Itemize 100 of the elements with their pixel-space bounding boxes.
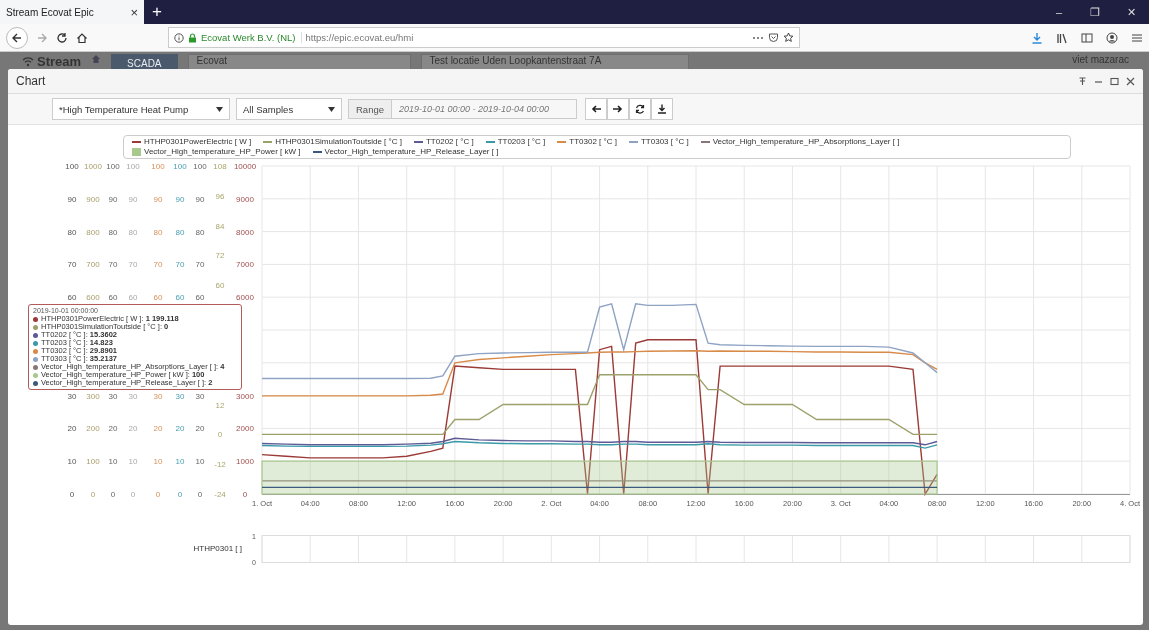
close-icon[interactable] <box>1126 76 1135 86</box>
axis-label: 60 <box>67 293 77 303</box>
axis-label: 100 <box>106 162 120 171</box>
axis-label: 20 <box>153 424 163 434</box>
axis-label: 80 <box>153 227 163 237</box>
minimize-button[interactable]: – <box>1041 0 1077 24</box>
legend-item[interactable]: TT0303 [ °C ] <box>628 137 689 147</box>
axis-label: 108 <box>213 162 227 171</box>
axis-label: 2000 <box>236 424 254 434</box>
axis-label: 20 <box>195 424 205 434</box>
address-bar[interactable]: Ecovat Werk B.V. (NL) https://epic.ecovat.eu/hmi ⋯ <box>168 27 800 48</box>
shield-icon[interactable] <box>768 32 779 43</box>
axis-label: 10 <box>108 457 118 467</box>
axis-label: 0 <box>90 490 96 499</box>
axis-label: 70 <box>128 260 138 270</box>
axis-label: 10 <box>153 457 163 467</box>
download-icon[interactable] <box>1031 31 1043 44</box>
star-icon[interactable] <box>783 32 794 43</box>
library-icon[interactable] <box>1056 31 1068 44</box>
restore-button[interactable]: ❐ <box>1077 0 1113 24</box>
axis-label: 0 <box>110 490 116 499</box>
legend-item[interactable]: TT0203 [ °C ] <box>485 137 546 147</box>
axis-label: 10 <box>128 457 138 467</box>
axis-label: 3000 <box>236 391 254 401</box>
site-identity: Ecovat Werk B.V. (NL) <box>201 32 302 43</box>
pin-icon[interactable] <box>1078 76 1087 86</box>
axis-label: 0 <box>217 430 223 440</box>
back-button[interactable] <box>6 26 28 49</box>
legend-item[interactable]: Vector_High_temperature_HP_Absorptions_Layer [ ] <box>700 137 900 147</box>
axis-label: 0 <box>197 490 203 499</box>
legend-item[interactable]: TT0302 [ °C ] <box>557 137 617 147</box>
axis-label: 10000 <box>233 162 257 171</box>
url-text: https://epic.ecovat.eu/hmi <box>305 32 415 43</box>
axis-label: 6000 <box>236 293 254 303</box>
next-button[interactable] <box>607 98 629 120</box>
arrow-right-icon <box>613 104 623 114</box>
home-icon[interactable] <box>76 31 88 44</box>
axis-label: 30 <box>175 391 185 401</box>
back-arrow-icon <box>11 31 23 44</box>
axis-label: 100 <box>65 162 79 171</box>
axis-label: 10 <box>195 457 205 467</box>
scada-button[interactable]: SCADA <box>111 54 178 69</box>
account-icon[interactable] <box>1106 31 1118 44</box>
axis-label: 30 <box>67 391 77 401</box>
axis-label: 700 <box>86 260 100 270</box>
axis-label: 300 <box>86 391 100 401</box>
legend-item[interactable]: Vector_High_temperature_HP_Power [ kW ] <box>132 147 301 157</box>
axis-label: 20 <box>108 424 118 434</box>
new-tab-button[interactable]: + <box>144 0 170 24</box>
axis-label: 30 <box>153 391 163 401</box>
axis-label: 100 <box>151 162 165 171</box>
browser-tab[interactable]: Stream Ecovat Epic × <box>0 0 144 24</box>
lock-icon <box>188 32 197 43</box>
company-select[interactable]: Ecovat <box>187 54 411 69</box>
caret-icon <box>216 106 223 112</box>
date-range-field[interactable]: 2019-10-01 00:00 - 2019-10-04 00:00 <box>392 99 577 119</box>
axis-label: 96 <box>215 191 225 201</box>
axis-label: 90 <box>108 194 118 204</box>
axis-label: 7000 <box>236 260 254 270</box>
tab-title: Stream Ecovat Epic <box>6 6 94 18</box>
axis-label: 90 <box>175 194 185 204</box>
axis-label: 9000 <box>236 194 254 204</box>
axis-label: 10 <box>67 457 77 467</box>
legend-item[interactable]: TT0202 [ °C ] <box>413 137 474 147</box>
maximize-icon[interactable] <box>1110 76 1119 86</box>
axis-label: 800 <box>86 227 100 237</box>
axis-label: 0 <box>130 490 136 499</box>
axis-label: 1000 <box>236 457 254 467</box>
group-select[interactable]: *High Temperature Heat Pump <box>52 98 230 120</box>
axis-label: 80 <box>195 227 205 237</box>
axis-label: 80 <box>67 227 77 237</box>
axis-label: 10 <box>175 457 185 467</box>
info-icon <box>174 32 184 43</box>
close-button[interactable]: ✕ <box>1113 0 1149 24</box>
download-button[interactable] <box>651 98 673 120</box>
caret-icon <box>328 106 335 112</box>
previous-button[interactable] <box>585 98 607 120</box>
axis-label: 200 <box>86 424 100 434</box>
axis-label: 0 <box>177 490 183 499</box>
menu-icon[interactable] <box>1131 31 1143 44</box>
refresh-button[interactable] <box>629 98 651 120</box>
axis-label: 30 <box>195 391 205 401</box>
legend-item[interactable]: Vector_High_temperature_HP_Release_Layer [ ] <box>312 147 499 157</box>
axis-label: 60 <box>128 293 138 303</box>
arrow-left-icon <box>591 104 601 114</box>
axis-label: 60 <box>195 293 205 303</box>
samples-select[interactable]: All Samples <box>236 98 342 120</box>
axis-label: -24 <box>214 490 226 499</box>
axis-label: 12 <box>215 400 225 410</box>
tab-close-button[interactable]: × <box>130 4 138 20</box>
axis-label: 84 <box>215 221 225 231</box>
legend-item[interactable]: HTHP0301SimulationToutside [ °C ] <box>263 137 402 147</box>
legend-item[interactable]: HTHP0301PowerElectric [ W ] <box>132 137 252 147</box>
axis-label: 70 <box>153 260 163 270</box>
wifi-icon <box>22 56 34 67</box>
page-actions-button[interactable]: ⋯ <box>752 30 764 45</box>
location-select[interactable]: Test locatie Uden Loopkantenstraat 7A <box>420 54 689 69</box>
axis-label: 1000 <box>84 162 102 171</box>
reload-icon[interactable] <box>56 31 68 44</box>
sidebar-icon[interactable] <box>1081 31 1093 44</box>
